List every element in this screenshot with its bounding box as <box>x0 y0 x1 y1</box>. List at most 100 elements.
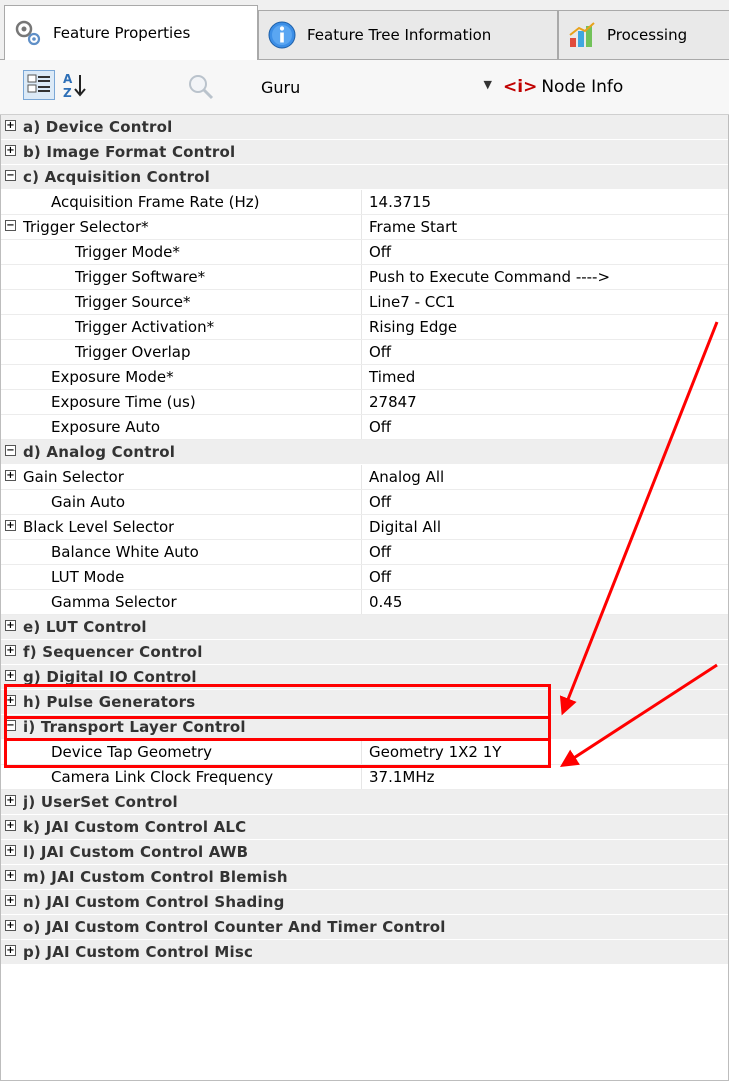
column-divider[interactable] <box>361 240 362 264</box>
category-row[interactable]: − c) Acquisition Control <box>1 165 728 190</box>
property-value[interactable]: 27847 <box>369 390 417 414</box>
node-info-icon: <i> <box>503 77 538 97</box>
tab-feature-tree-information[interactable]: Feature Tree Information <box>258 10 558 59</box>
property-row[interactable]: Exposure Time (us) 27847 <box>1 390 728 415</box>
category-row[interactable]: + n) JAI Custom Control Shading <box>1 890 728 915</box>
property-row[interactable]: Trigger Overlap Off <box>1 340 728 365</box>
expand-icon[interactable]: + <box>5 845 16 856</box>
property-row[interactable]: − Trigger Selector* Frame Start <box>1 215 728 240</box>
expand-icon[interactable]: + <box>5 670 16 681</box>
column-divider[interactable] <box>361 315 362 339</box>
property-value[interactable]: 37.1MHz <box>369 765 435 789</box>
category-row[interactable]: + b) Image Format Control <box>1 140 728 165</box>
column-divider[interactable] <box>361 490 362 514</box>
property-row[interactable]: Exposure Mode* Timed <box>1 365 728 390</box>
expand-icon[interactable]: + <box>5 795 16 806</box>
property-value[interactable]: Timed <box>369 365 415 389</box>
tab-processing[interactable]: Processing <box>558 10 729 59</box>
column-divider[interactable] <box>361 765 362 789</box>
property-row[interactable]: + Gain Selector Analog All <box>1 465 728 490</box>
property-value[interactable]: Off <box>369 565 391 589</box>
visibility-dropdown[interactable]: Guru ▼ <box>255 71 492 103</box>
column-divider[interactable] <box>361 590 362 614</box>
category-row[interactable]: + a) Device Control <box>1 115 728 140</box>
property-value[interactable]: Digital All <box>369 515 441 539</box>
collapse-icon[interactable]: − <box>5 720 16 731</box>
property-value[interactable]: 14.3715 <box>369 190 431 214</box>
property-value[interactable]: Rising Edge <box>369 315 457 339</box>
category-row[interactable]: − i) Transport Layer Control <box>1 715 728 740</box>
column-divider[interactable] <box>361 390 362 414</box>
column-divider[interactable] <box>361 265 362 289</box>
property-value[interactable]: Off <box>369 415 391 439</box>
property-row[interactable]: Trigger Software* Push to Execute Command… <box>1 265 728 290</box>
category-row[interactable]: + h) Pulse Generators <box>1 690 728 715</box>
property-value[interactable]: Geometry 1X2 1Y <box>369 740 501 764</box>
column-divider[interactable] <box>361 340 362 364</box>
column-divider[interactable] <box>361 465 362 489</box>
property-row[interactable]: LUT Mode Off <box>1 565 728 590</box>
column-divider[interactable] <box>361 215 362 239</box>
property-name: Device Tap Geometry <box>51 743 213 761</box>
column-divider[interactable] <box>361 415 362 439</box>
category-row[interactable]: + k) JAI Custom Control ALC <box>1 815 728 840</box>
collapse-icon[interactable]: − <box>5 445 16 456</box>
property-row[interactable]: Gamma Selector 0.45 <box>1 590 728 615</box>
category-row[interactable]: + g) Digital IO Control <box>1 665 728 690</box>
property-value[interactable]: Analog All <box>369 465 444 489</box>
property-row[interactable]: Exposure Auto Off <box>1 415 728 440</box>
expand-icon[interactable]: + <box>5 695 16 706</box>
category-row[interactable]: + o) JAI Custom Control Counter And Timer… <box>1 915 728 940</box>
property-row[interactable]: Acquisition Frame Rate (Hz) 14.3715 <box>1 190 728 215</box>
expand-icon[interactable]: + <box>5 145 16 156</box>
expand-icon[interactable]: + <box>5 820 16 831</box>
expand-icon[interactable]: + <box>5 870 16 881</box>
expand-icon[interactable]: + <box>5 470 16 481</box>
property-row[interactable]: Trigger Source* Line7 - CC1 <box>1 290 728 315</box>
property-row[interactable]: Camera Link Clock Frequency 37.1MHz <box>1 765 728 790</box>
dropdown-arrow-icon: ▼ <box>483 78 492 91</box>
expand-icon[interactable]: + <box>5 120 16 131</box>
property-value[interactable]: Push to Execute Command ----> <box>369 265 610 289</box>
property-row[interactable]: + Black Level Selector Digital All <box>1 515 728 540</box>
node-info-button[interactable]: <i> Node Info <box>503 71 623 103</box>
property-value[interactable]: Frame Start <box>369 215 457 239</box>
alphabetical-sort-button[interactable]: A Z <box>60 70 92 100</box>
property-value[interactable]: Off <box>369 490 391 514</box>
collapse-icon[interactable]: − <box>5 220 16 231</box>
property-row[interactable]: Trigger Activation* Rising Edge <box>1 315 728 340</box>
property-value[interactable]: Line7 - CC1 <box>369 290 455 314</box>
expand-icon[interactable]: + <box>5 895 16 906</box>
collapse-icon[interactable]: − <box>5 170 16 181</box>
expand-icon[interactable]: + <box>5 520 16 531</box>
property-value[interactable]: Off <box>369 340 391 364</box>
category-row[interactable]: + p) JAI Custom Control Misc <box>1 940 728 965</box>
property-value[interactable]: Off <box>369 540 391 564</box>
property-row[interactable]: Device Tap Geometry Geometry 1X2 1Y <box>1 740 728 765</box>
categorized-view-button[interactable] <box>23 70 55 100</box>
category-row[interactable]: + j) UserSet Control <box>1 790 728 815</box>
property-row[interactable]: Gain Auto Off <box>1 490 728 515</box>
column-divider[interactable] <box>361 515 362 539</box>
tab-feature-properties[interactable]: Feature Properties <box>4 5 258 60</box>
property-row[interactable]: Trigger Mode* Off <box>1 240 728 265</box>
expand-icon[interactable]: + <box>5 945 16 956</box>
search-button[interactable] <box>185 72 215 102</box>
category-row[interactable]: + e) LUT Control <box>1 615 728 640</box>
column-divider[interactable] <box>361 740 362 764</box>
column-divider[interactable] <box>361 290 362 314</box>
property-value[interactable]: 0.45 <box>369 590 402 614</box>
category-row[interactable]: − d) Analog Control <box>1 440 728 465</box>
expand-icon[interactable]: + <box>5 645 16 656</box>
column-divider[interactable] <box>361 365 362 389</box>
property-row[interactable]: Balance White Auto Off <box>1 540 728 565</box>
column-divider[interactable] <box>361 190 362 214</box>
property-value[interactable]: Off <box>369 240 391 264</box>
column-divider[interactable] <box>361 540 362 564</box>
expand-icon[interactable]: + <box>5 920 16 931</box>
category-row[interactable]: + l) JAI Custom Control AWB <box>1 840 728 865</box>
column-divider[interactable] <box>361 565 362 589</box>
expand-icon[interactable]: + <box>5 620 16 631</box>
category-row[interactable]: + m) JAI Custom Control Blemish <box>1 865 728 890</box>
category-row[interactable]: + f) Sequencer Control <box>1 640 728 665</box>
